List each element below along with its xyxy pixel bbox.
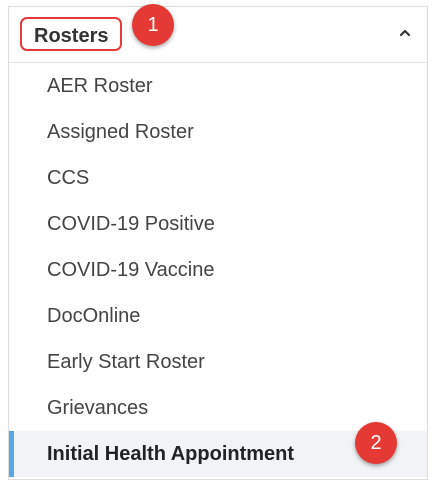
rosters-section-header[interactable]: Rosters: [9, 7, 427, 63]
roster-list: AER Roster Assigned Roster CCS COVID-19 …: [9, 63, 427, 477]
roster-item-early-start-roster[interactable]: Early Start Roster: [9, 339, 427, 385]
roster-item-doconline[interactable]: DocOnline: [9, 293, 427, 339]
roster-item-aer-roster[interactable]: AER Roster: [9, 63, 427, 109]
roster-item-assigned-roster[interactable]: Assigned Roster: [9, 109, 427, 155]
rosters-header-label: Rosters: [20, 17, 123, 51]
roster-item-ccs[interactable]: CCS: [9, 155, 427, 201]
step-1-badge: 1: [132, 4, 174, 46]
roster-item-covid-19-vaccine[interactable]: COVID-19 Vaccine: [9, 247, 427, 293]
chevron-up-icon[interactable]: [397, 25, 413, 41]
rosters-menu-panel: Rosters AER Roster Assigned Roster CCS C…: [8, 6, 428, 480]
roster-item-covid-19-positive[interactable]: COVID-19 Positive: [9, 201, 427, 247]
step-2-badge: 2: [355, 422, 397, 464]
